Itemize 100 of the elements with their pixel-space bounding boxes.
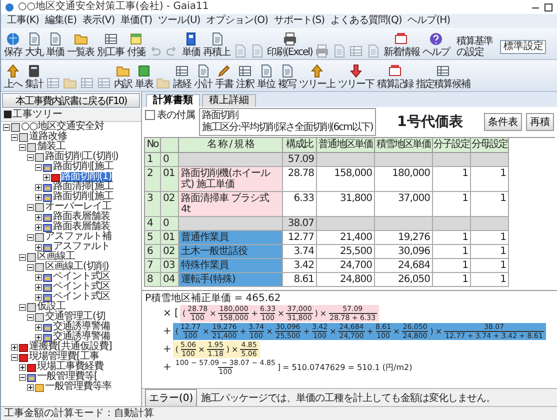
maximize-icon[interactable] [544, 2, 553, 12]
toolbar-button[interactable]: 注釈 [236, 64, 254, 90]
tree-item[interactable]: 舗装工 [37, 142, 66, 152]
toolbar-button[interactable]: 単価 [46, 32, 64, 58]
toolbar-button[interactable]: 単価 [182, 32, 200, 58]
toolbar-button[interactable]: 小計 [194, 64, 212, 90]
menu-item[interactable]: 工事(K) [7, 15, 39, 27]
toolbar-button[interactable]: 大丸 [25, 32, 43, 58]
toolbar-button[interactable]: 諸経 [173, 64, 191, 90]
header-button[interactable]: 条件表 [484, 113, 522, 131]
collapse-toggle[interactable] [27, 234, 34, 240]
collapse-toggle[interactable] [19, 374, 26, 380]
tree-item[interactable]: アスファルト [53, 242, 110, 252]
expand-toggle[interactable] [35, 284, 42, 290]
menu-item[interactable]: よくある質問(Q) [330, 15, 402, 27]
toolbar-button[interactable]: ツリー上 [299, 64, 335, 90]
tree-item[interactable]: 路面切削[施工 [53, 162, 114, 172]
tree-item[interactable]: ペイント式区 [53, 272, 110, 282]
table-cell: 1 [433, 231, 471, 245]
tree-item[interactable]: 交通誘導警備 [53, 332, 110, 342]
toolbar-button[interactable]: 再積上 [203, 32, 230, 58]
tree-item[interactable]: 仮設工 [37, 302, 66, 312]
toolbar-button[interactable]: 内訳 [114, 64, 132, 90]
tree-item[interactable]: ○○地区交通安全対 [21, 122, 104, 132]
menu-item[interactable]: 編集(E) [44, 15, 76, 27]
collapse-toggle[interactable] [3, 124, 10, 130]
expand-toggle[interactable] [35, 294, 42, 300]
toolbar-button[interactable]: ツリー下 [338, 64, 374, 90]
toolbar-button[interactable]: 保存 [4, 32, 22, 58]
tab[interactable]: 計算書類 [146, 94, 200, 107]
tree-item[interactable]: 交通誘導警備 [53, 322, 110, 332]
tree-item[interactable]: ペイント式区 [53, 292, 110, 302]
expand-toggle[interactable] [35, 334, 42, 340]
collapse-toggle[interactable] [35, 164, 42, 170]
checkbox[interactable] [145, 110, 155, 120]
expand-toggle[interactable] [35, 244, 42, 250]
toolbar-button[interactable]: 印刷(Excel) [267, 32, 312, 58]
tree-item[interactable]: 路面切削工(切削) [45, 152, 118, 162]
standard-dropdown[interactable]: 標準設定 [500, 40, 546, 54]
menu-item[interactable]: ツール(U) [158, 15, 200, 27]
collapse-toggle[interactable] [19, 144, 26, 150]
collapse-toggle[interactable] [27, 154, 34, 160]
collapse-toggle[interactable] [27, 314, 34, 320]
expand-toggle[interactable] [35, 274, 42, 280]
toolbar-button[interactable]: 上へ [4, 64, 22, 90]
collapse-toggle[interactable] [19, 304, 26, 310]
tree-item[interactable]: 区画線工 [37, 252, 75, 262]
collapse-toggle[interactable] [11, 354, 18, 360]
expand-toggle[interactable] [35, 324, 42, 330]
toolbar-button[interactable]: 積算記録 [377, 64, 413, 90]
toolbar-button[interactable]: 複写 [278, 64, 296, 90]
tree-item[interactable]: 区画線工(切削) [45, 262, 109, 272]
toolbar-button[interactable]: 単表 [135, 64, 153, 90]
tree-item[interactable]: 路面清掃[施工 [53, 182, 114, 192]
tree-item[interactable]: 現場工事費経費 [37, 362, 104, 372]
expand-toggle[interactable] [19, 364, 26, 370]
table-cell [433, 153, 471, 167]
collapse-toggle[interactable] [27, 264, 34, 270]
expand-toggle[interactable] [35, 184, 42, 190]
expand-toggle[interactable] [27, 384, 34, 390]
collapse-toggle[interactable] [19, 254, 26, 260]
expand-toggle[interactable] [43, 174, 50, 180]
menu-item[interactable]: オプション(O) [206, 15, 268, 27]
menu-item[interactable]: サポート(S) [274, 15, 325, 27]
toolbar-button[interactable]: 一覧表 [67, 32, 94, 58]
tree-item[interactable]: オーバーレイ工 [45, 202, 112, 212]
toolbar-button[interactable]: 新着情報 [383, 32, 420, 58]
header-button[interactable]: 再積 [526, 113, 554, 131]
tree-item[interactable]: 一般管理費等[ [37, 372, 98, 382]
tree-item[interactable]: 運搬費[共通仮設費] [29, 342, 112, 352]
tree-item[interactable]: 一般管理費等率 [45, 382, 112, 392]
error-button[interactable]: エラー(0) [145, 388, 198, 406]
toolbar-button[interactable]: 別工事 [97, 32, 124, 58]
tab[interactable]: 積上詳細 [202, 94, 256, 107]
table-cell: 30,096 [375, 245, 433, 259]
tree-item[interactable]: 路面切削[施工 [53, 192, 114, 202]
expand-toggle[interactable] [35, 194, 42, 200]
tree-item[interactable]: 道路改修 [29, 132, 67, 142]
menu-item[interactable]: ヘルプ(H) [408, 15, 450, 27]
toolbar-button[interactable]: 指定積算候補 [416, 64, 470, 90]
collapse-toggle[interactable] [27, 204, 34, 210]
toolbar-button[interactable]: ヘルプ [422, 32, 450, 58]
tree-item[interactable]: 路面表層舗装 [53, 212, 110, 222]
tree-item[interactable]: 交通管理工(切 [45, 312, 106, 322]
toolbar-button[interactable]: 単位 [257, 64, 275, 90]
expand-toggle[interactable] [35, 214, 42, 220]
toolbar-button[interactable]: 集計 [25, 64, 43, 90]
tree-item[interactable]: 路面表層舗装 [53, 222, 110, 232]
expand-toggle[interactable] [35, 224, 42, 230]
tree-item[interactable]: ペイント式区 [53, 282, 110, 292]
tree-item[interactable]: 現場管理費[工事 [29, 352, 99, 362]
table-cell: 12.77 [283, 231, 317, 245]
toolbar-button[interactable]: 手書 [215, 64, 233, 90]
menu-item[interactable]: 表示(V) [82, 15, 115, 27]
tree-item[interactable]: アスファルト補 [45, 232, 112, 242]
back-button[interactable]: 本工事費内訳書に戻る(F10) [2, 93, 140, 108]
toolbar-button[interactable]: 付箋 [127, 32, 145, 58]
collapse-toggle[interactable] [11, 134, 18, 140]
expand-toggle[interactable] [11, 344, 18, 350]
menu-item[interactable]: 単価(T) [120, 15, 152, 27]
